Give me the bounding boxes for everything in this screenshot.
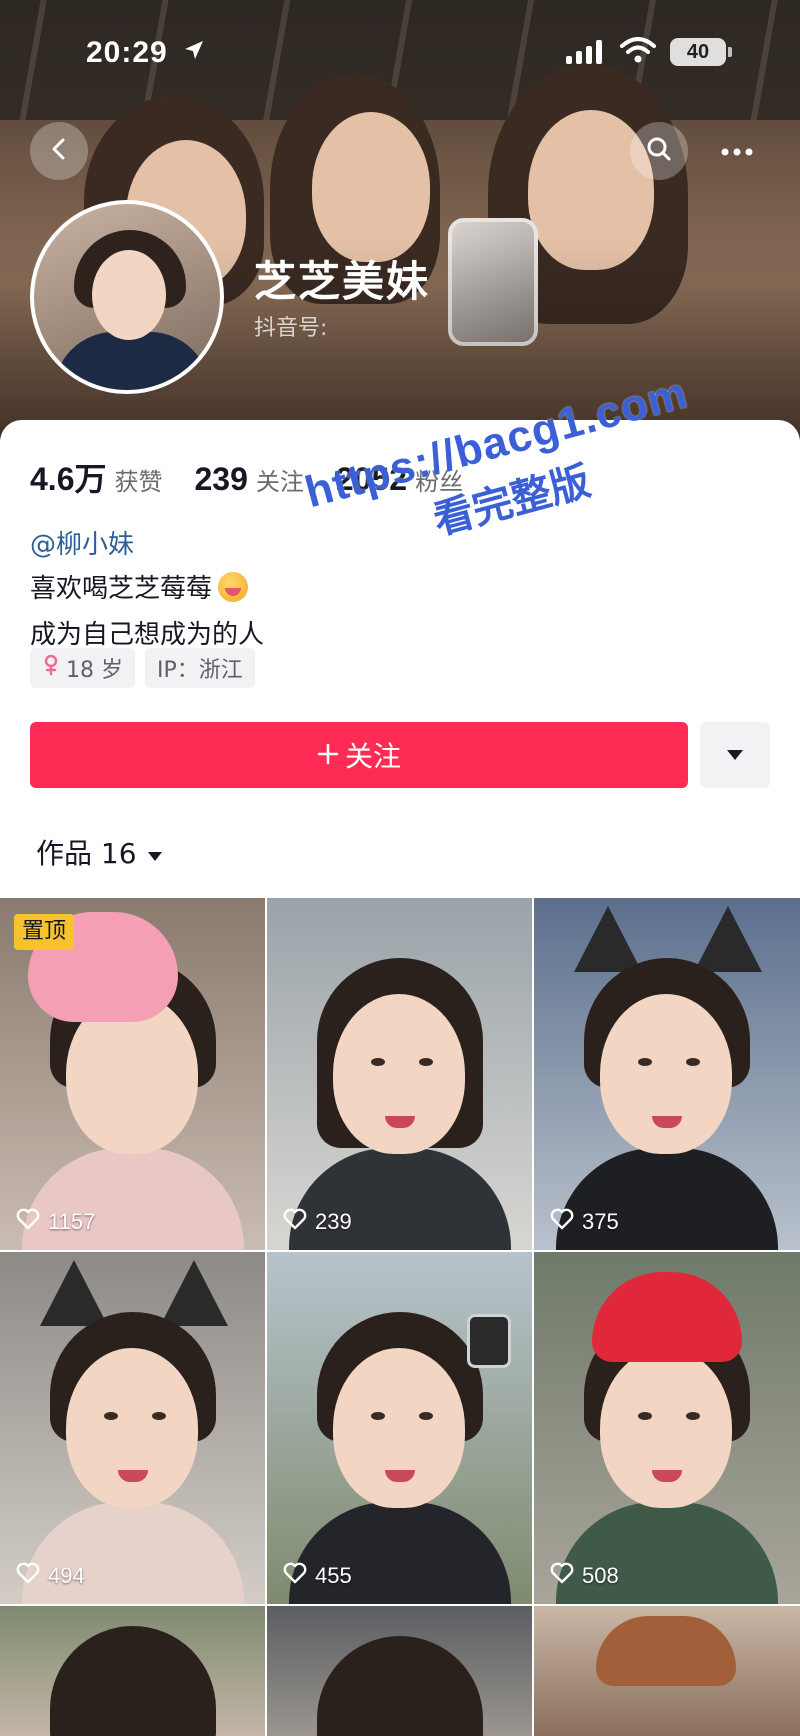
like-count: 375 — [582, 1209, 619, 1234]
burger-hat-icon — [596, 1616, 736, 1686]
wifi-icon — [620, 36, 656, 68]
tile-face — [333, 994, 465, 1154]
video-tile[interactable]: 508 — [534, 1252, 800, 1604]
works-grid: 置顶 1157 239 375 494 455 508 — [0, 898, 800, 1736]
stat-followers[interactable]: 2052 粉丝 — [336, 461, 463, 498]
heart-icon — [283, 1562, 307, 1590]
age-text: 18 岁 — [66, 658, 123, 683]
video-tile[interactable]: 375 — [534, 898, 800, 1250]
stat-label: 获赞 — [114, 468, 163, 496]
stat-value: 2052 — [335, 461, 408, 497]
bio-line: 成为自己想成为的人 — [30, 620, 265, 650]
bio-mention-link[interactable]: @柳小妹 — [30, 524, 134, 561]
bio-line: 喜欢喝芝芝莓莓 — [30, 568, 249, 605]
stat-value: 4.6万 — [30, 461, 107, 497]
status-time: 20:29 — [86, 36, 168, 69]
video-tile[interactable] — [534, 1606, 800, 1736]
douyin-id-label: 抖音号: — [254, 316, 328, 341]
stat-value: 239 — [194, 461, 248, 497]
tile-face — [66, 1348, 198, 1508]
video-likes: 508 — [550, 1562, 619, 1590]
tab-works[interactable]: 作品 16 — [36, 832, 163, 872]
heart-icon — [16, 1208, 40, 1236]
ip-tag: IP：浙江 — [145, 648, 255, 688]
video-tile[interactable]: 455 — [267, 1252, 532, 1604]
search-icon — [645, 135, 673, 167]
video-likes: 455 — [283, 1562, 352, 1590]
like-count: 494 — [48, 1563, 85, 1588]
heart-icon — [16, 1562, 40, 1590]
video-tile[interactable]: 494 — [0, 1252, 265, 1604]
battery-icon: 40 — [670, 38, 732, 66]
heart-icon — [550, 1562, 574, 1590]
avatar-shirt — [54, 332, 210, 390]
tile-eye — [686, 1058, 700, 1066]
tile-eye — [371, 1058, 385, 1066]
back-button[interactable] — [30, 122, 88, 180]
like-count: 455 — [315, 1563, 352, 1588]
heart-icon — [283, 1208, 307, 1236]
age-tag: 18 岁 — [30, 648, 135, 688]
cat-ear-icon — [160, 1260, 228, 1326]
pinned-badge: 置顶 — [14, 914, 75, 950]
avatar-face — [92, 250, 166, 340]
back-icon — [46, 136, 72, 166]
follow-label: 关注 — [344, 740, 401, 773]
tile-eye — [152, 1412, 166, 1420]
video-likes: 239 — [283, 1208, 352, 1236]
tile-face — [333, 1348, 465, 1508]
video-tile[interactable] — [0, 1606, 265, 1736]
stat-label: 关注 — [255, 468, 304, 496]
watch-icon — [467, 1314, 511, 1368]
tile-face — [600, 994, 732, 1154]
more-icon — [720, 142, 754, 161]
caret-down-icon — [726, 746, 744, 765]
profile-stats: 4.6万 获赞 239 关注 2052 粉丝 — [30, 454, 463, 500]
tile-eye — [638, 1058, 652, 1066]
avatar[interactable] — [30, 200, 224, 394]
bio-text: 喜欢喝芝芝莓莓 — [30, 574, 213, 604]
like-count: 508 — [582, 1563, 619, 1588]
profile-card: 4.6万 获赞 239 关注 2052 粉丝 @柳小妹 喜欢喝芝芝莓莓 成为自己… — [0, 420, 800, 900]
smile-emoji-icon — [218, 571, 249, 602]
video-tile[interactable]: 239 — [267, 898, 532, 1250]
caret-down-icon — [147, 836, 163, 869]
heart-icon — [550, 1208, 574, 1236]
female-icon — [42, 654, 60, 682]
location-arrow-icon — [182, 38, 206, 66]
search-button[interactable] — [630, 122, 688, 180]
video-likes: 1157 — [16, 1208, 95, 1236]
tile-eye — [419, 1058, 433, 1066]
video-likes: 375 — [550, 1208, 619, 1236]
works-tab-label: 作品 16 — [36, 837, 137, 870]
video-likes: 494 — [16, 1562, 85, 1590]
stat-likes[interactable]: 4.6万 获赞 — [30, 454, 163, 500]
like-count: 1157 — [48, 1209, 96, 1234]
plus-icon — [317, 739, 339, 772]
tile-eye — [419, 1412, 433, 1420]
cat-ear-icon — [694, 906, 762, 972]
tile-eye — [686, 1412, 700, 1420]
video-tile[interactable] — [267, 1606, 532, 1736]
cat-ear-icon — [574, 906, 642, 972]
status-bar: 20:29 40 — [0, 0, 800, 110]
follow-button[interactable]: 关注 — [30, 722, 688, 788]
profile-nickname: 芝芝美妹 — [254, 257, 431, 306]
profile-tags: 18 岁 IP：浙江 — [30, 648, 255, 688]
video-tile[interactable]: 置顶 1157 — [0, 898, 265, 1250]
recommend-dropdown-button[interactable] — [700, 722, 770, 788]
more-button[interactable] — [708, 122, 766, 180]
like-count: 239 — [315, 1209, 352, 1234]
tile-eye — [104, 1412, 118, 1420]
cat-ear-icon — [40, 1260, 108, 1326]
tile-face — [600, 1348, 732, 1508]
stat-following[interactable]: 239 关注 — [195, 461, 304, 498]
stat-label: 粉丝 — [415, 468, 464, 496]
signal-icon — [566, 40, 602, 64]
tile-eye — [638, 1412, 652, 1420]
tile-eye — [371, 1412, 385, 1420]
